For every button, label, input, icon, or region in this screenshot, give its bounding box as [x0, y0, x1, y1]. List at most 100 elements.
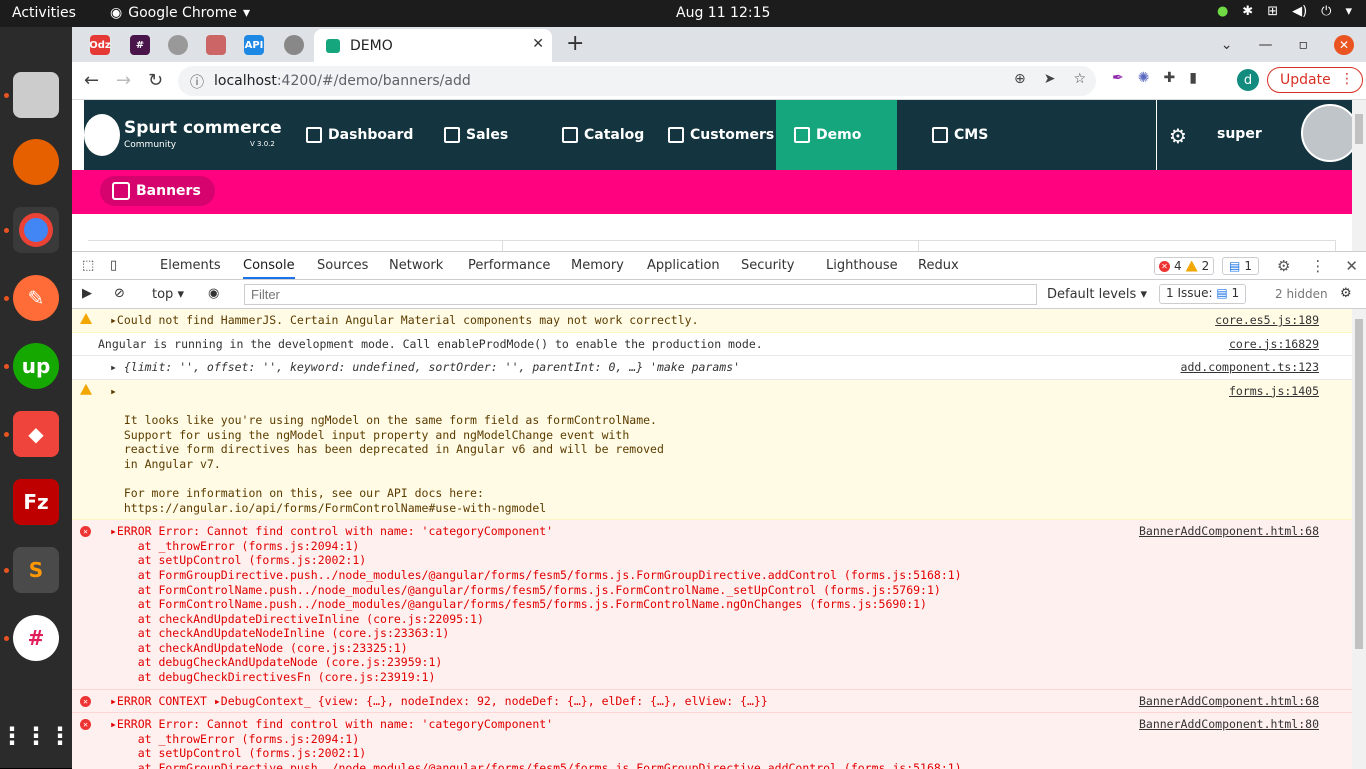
- address-bar[interactable]: ⓘ localhost:4200/#/demo/banners/add ⊕ ➤ …: [178, 66, 1096, 96]
- update-button[interactable]: Update ⋮: [1267, 67, 1363, 93]
- forward-icon[interactable]: →: [116, 70, 131, 91]
- close-devtools-icon[interactable]: ✕: [1345, 257, 1358, 275]
- scroll-thumb[interactable]: [1355, 114, 1363, 144]
- redux-extension-icon[interactable]: ✺: [1138, 70, 1150, 86]
- tab-redux[interactable]: Redux: [918, 258, 959, 273]
- clear-console-icon[interactable]: ⊘: [114, 286, 125, 301]
- network-icon[interactable]: ⊞: [1267, 4, 1278, 19]
- issues-button[interactable]: 1 Issue: ▤ 1: [1159, 284, 1247, 304]
- firefox-icon[interactable]: [13, 139, 59, 185]
- pinned-tab[interactable]: Odz: [89, 35, 111, 55]
- device-toolbar-icon[interactable]: ▯: [110, 258, 117, 273]
- pinned-tab[interactable]: API: [244, 35, 264, 55]
- console-message-info[interactable]: Angular is running in the development mo…: [72, 333, 1352, 357]
- tab-console[interactable]: Console: [243, 258, 295, 279]
- close-window-icon[interactable]: ✕: [1334, 34, 1354, 55]
- zoom-icon[interactable]: ⊕: [1014, 71, 1026, 87]
- upwork-icon[interactable]: up: [13, 343, 59, 389]
- activities-button[interactable]: Activities: [12, 5, 76, 21]
- app-menu[interactable]: ◉ Google Chrome ▾: [110, 5, 250, 21]
- minimize-icon[interactable]: —: [1259, 37, 1273, 53]
- console-settings-icon[interactable]: ⚙: [1340, 286, 1352, 301]
- gear-icon[interactable]: ⚙: [1169, 124, 1187, 148]
- context-select[interactable]: top ▾: [152, 287, 184, 302]
- close-tab-icon[interactable]: ✕: [532, 36, 544, 52]
- tab-demo[interactable]: DEMO ✕: [314, 29, 552, 62]
- globe-pinned-tab-icon[interactable]: [168, 35, 188, 55]
- slack-icon[interactable]: #: [13, 615, 59, 661]
- files-icon[interactable]: [13, 72, 59, 118]
- anydesk-icon[interactable]: ◆: [13, 411, 59, 457]
- console-message-error[interactable]: ✕ ▸ERROR Error: Cannot find control with …: [72, 520, 1352, 690]
- site-info-icon[interactable]: ⓘ: [190, 72, 204, 92]
- eye-icon[interactable]: ◉: [208, 286, 219, 301]
- reload-icon[interactable]: ↻: [148, 70, 163, 91]
- nav-sales[interactable]: Sales: [444, 100, 508, 170]
- sidebar-toggle-icon[interactable]: ▶: [82, 286, 92, 301]
- settings-gear-icon[interactable]: ⚙: [1277, 257, 1290, 275]
- tab-security[interactable]: Security: [741, 258, 794, 273]
- scroll-thumb[interactable]: [1355, 319, 1363, 649]
- github-pinned-tab-icon[interactable]: [284, 35, 304, 55]
- more-vert-icon[interactable]: ⋮: [1310, 257, 1325, 275]
- console-message-error[interactable]: ✕ ▸ERROR CONTEXT ▸DebugContext_ {view: {……: [72, 689, 1352, 714]
- volume-icon[interactable]: ◀): [1292, 4, 1307, 19]
- system-tray[interactable]: ● ✱ ⊞ ◀) ⏻ ▾: [1217, 4, 1352, 19]
- power-icon[interactable]: ⏻: [1321, 4, 1331, 19]
- sublime-icon[interactable]: S: [13, 547, 59, 593]
- new-tab-icon[interactable]: +: [566, 31, 584, 56]
- console-filter-input[interactable]: [244, 284, 1037, 305]
- chrome-icon[interactable]: [13, 207, 59, 253]
- bookmark-star-icon[interactable]: ☆: [1073, 71, 1086, 87]
- profile-avatar[interactable]: d: [1237, 69, 1259, 91]
- extensions-puzzle-icon[interactable]: ✚: [1163, 70, 1175, 86]
- avatar[interactable]: [1301, 104, 1359, 162]
- user-name[interactable]: super: [1217, 126, 1262, 142]
- clock[interactable]: Aug 11 12:15: [676, 5, 770, 21]
- nav-demo[interactable]: Demo: [776, 100, 897, 170]
- tab-sources[interactable]: Sources: [317, 258, 368, 273]
- back-icon[interactable]: ←: [84, 70, 99, 91]
- nav-catalog[interactable]: Catalog: [562, 100, 644, 170]
- source-link[interactable]: forms.js:1405: [1229, 384, 1319, 399]
- inspect-icon[interactable]: ⬚: [82, 258, 94, 273]
- message-counter[interactable]: ▤ 1: [1222, 257, 1259, 275]
- pinned-tab-icon[interactable]: [206, 35, 226, 55]
- tab-performance[interactable]: Performance: [468, 258, 550, 273]
- source-link[interactable]: add.component.ts:123: [1181, 360, 1319, 375]
- source-link[interactable]: BannerAddComponent.html:80: [1139, 717, 1319, 732]
- upwork-tray-icon[interactable]: ●: [1217, 4, 1228, 19]
- log-levels-select[interactable]: Default levels ▾: [1047, 287, 1147, 302]
- show-apps-icon[interactable]: ⋮⋮⋮: [0, 713, 72, 759]
- source-link[interactable]: BannerAddComponent.html:68: [1139, 694, 1319, 709]
- filezilla-icon[interactable]: Fz: [13, 479, 59, 525]
- console-message-object[interactable]: ▸ {limit: '', offset: '', keyword: undef…: [72, 356, 1352, 380]
- console-message-warning[interactable]: ▸Could not find HammerJS. Certain Angula…: [72, 309, 1352, 333]
- source-link[interactable]: core.es5.js:189: [1215, 313, 1319, 328]
- nav-customers[interactable]: Customers: [668, 100, 774, 170]
- slack-tray-icon[interactable]: ✱: [1242, 4, 1253, 19]
- send-icon[interactable]: ➤: [1044, 71, 1056, 87]
- spurt-logo[interactable]: Spurt commerce Community V 3.0.2: [84, 100, 290, 170]
- chevron-down-icon[interactable]: ▾: [1345, 4, 1352, 19]
- postman-icon[interactable]: ✎: [13, 275, 59, 321]
- tab-elements[interactable]: Elements: [160, 258, 221, 273]
- source-link[interactable]: core.js:16829: [1229, 337, 1319, 352]
- tab-lighthouse[interactable]: Lighthouse: [826, 258, 898, 273]
- nav-cms[interactable]: CMS: [932, 100, 988, 170]
- tab-application[interactable]: Application: [647, 258, 720, 273]
- page-scrollbar[interactable]: [1352, 100, 1366, 251]
- side-panel-icon[interactable]: ▮: [1189, 70, 1197, 86]
- slack-pinned-tab-icon[interactable]: #: [130, 35, 150, 55]
- tab-search-icon[interactable]: ⌄: [1221, 37, 1233, 53]
- tab-network[interactable]: Network: [389, 258, 443, 273]
- tab-memory[interactable]: Memory: [571, 258, 624, 273]
- console-message-error[interactable]: ✕ ▸ERROR Error: Cannot find control with …: [72, 713, 1352, 769]
- maximize-icon[interactable]: ▫: [1299, 37, 1309, 53]
- console-message-warning[interactable]: ▸ It looks like you're using ngModel on …: [72, 379, 1352, 521]
- error-warning-counter[interactable]: ✕ 4 2: [1154, 257, 1215, 275]
- feather-extension-icon[interactable]: ✒: [1112, 70, 1124, 86]
- nav-dashboard[interactable]: Dashboard: [306, 100, 413, 170]
- source-link[interactable]: BannerAddComponent.html:68: [1139, 524, 1319, 539]
- banners-breadcrumb[interactable]: Banners: [100, 176, 215, 206]
